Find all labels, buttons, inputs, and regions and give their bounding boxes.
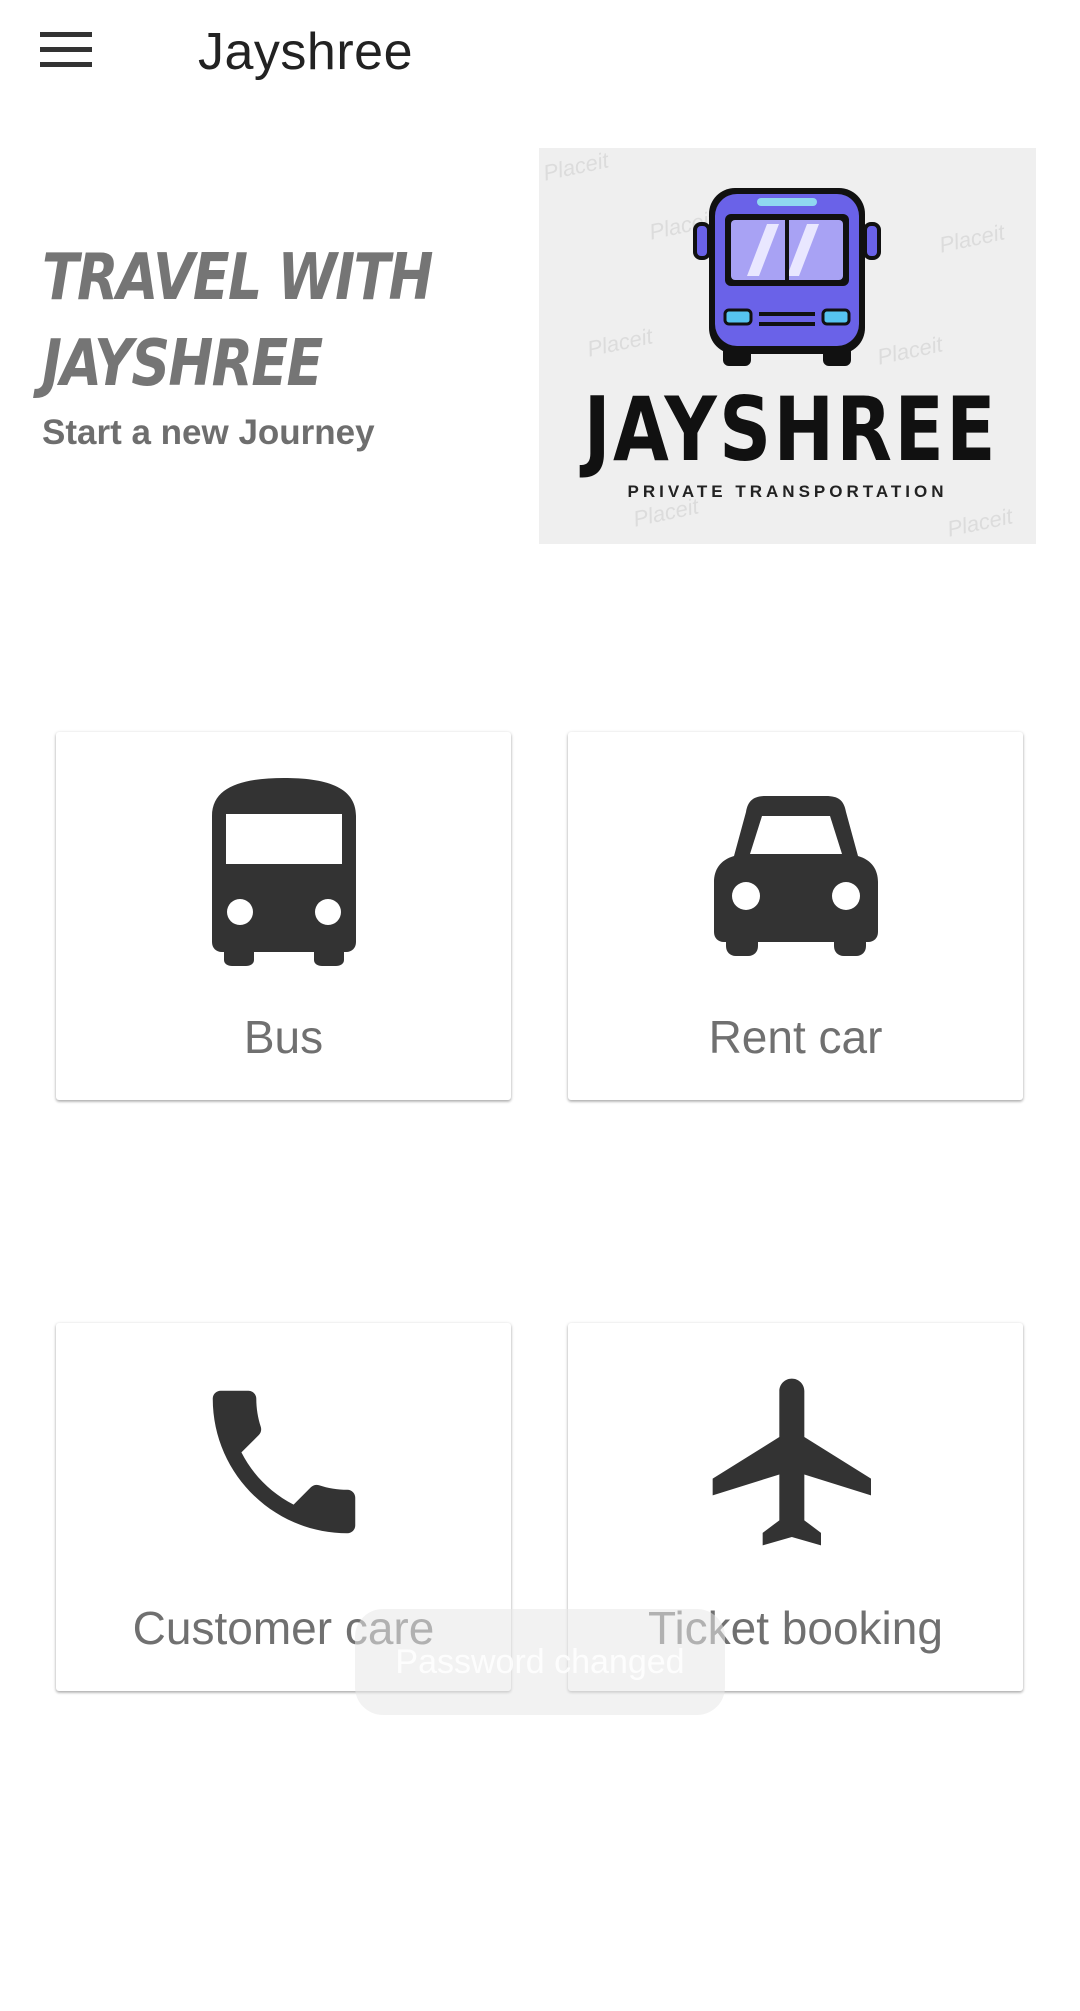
hamburger-menu-icon [40, 32, 92, 67]
menu-button[interactable] [40, 20, 112, 80]
bus-icon [211, 778, 356, 966]
logo-watermark: Placeit [585, 323, 655, 362]
tile-icon-wrapper [568, 1367, 1023, 1557]
phone-icon [212, 1390, 355, 1534]
tile-label: Ticket booking [648, 1602, 943, 1654]
car-icon [713, 796, 878, 956]
airplane-icon [712, 1378, 871, 1546]
hero-title-line-2: Jayshree [42, 327, 323, 401]
tile-label: Bus [243, 1011, 324, 1063]
tile-rent-car[interactable]: Rent car [568, 732, 1023, 1100]
tile-icon-wrapper [56, 776, 511, 966]
tile-label: Customer care [132, 1602, 435, 1654]
bus-logo-icon [693, 188, 881, 366]
hero-subtitle: Start a new Journey [42, 413, 375, 452]
logo-image: Placeit Placeit Placeit Placeit Placeit … [539, 148, 1036, 544]
tile-customer-care[interactable]: Customer care [56, 1323, 511, 1691]
tile-icon-wrapper [568, 776, 1023, 966]
hero-title: Travel with Jayshree [42, 235, 479, 407]
tile-label: Rent car [708, 1011, 883, 1063]
logo-tagline: PRIVATE TRANSPORTATION [627, 482, 948, 501]
tile-icon-wrapper [56, 1367, 511, 1557]
logo-brand-text: JAYSHREE [583, 378, 998, 481]
logo-watermark: Placeit [945, 503, 1015, 542]
app-bar: Jayshree [0, 0, 1080, 104]
logo-watermark: Placeit [541, 148, 611, 186]
tile-bus[interactable]: Bus [56, 732, 511, 1100]
app-title: Jayshree [198, 23, 413, 81]
hero-title-line-1: Travel with [42, 241, 433, 315]
logo-watermark: Placeit [937, 219, 1007, 258]
hero-section: Travel with Jayshree Start a new Journey [42, 235, 482, 453]
tile-ticket-booking[interactable]: Ticket booking [568, 1323, 1023, 1691]
